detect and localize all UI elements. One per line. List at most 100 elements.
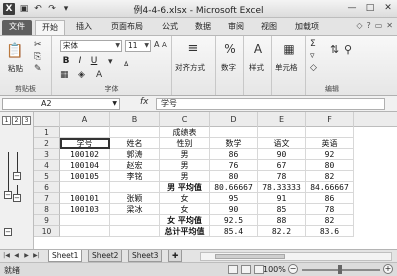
zoom-slider-thumb[interactable] <box>338 265 342 274</box>
name-box[interactable]: A2 ▼ <box>2 98 120 110</box>
cell-a10[interactable] <box>60 226 110 237</box>
sheet-tab-sheet2[interactable]: Sheet2 <box>88 250 123 262</box>
row-header-3[interactable]: 3 <box>34 149 60 160</box>
copy-icon[interactable]: ⎘ <box>34 52 41 62</box>
cell-a9[interactable] <box>60 215 110 226</box>
minimize-ribbon-icon[interactable]: ? <box>366 21 370 30</box>
fill-color-icon[interactable]: ◈ <box>78 70 85 80</box>
find-select-icon[interactable]: ⚲ <box>344 43 352 56</box>
column-header-c[interactable]: C <box>160 112 210 127</box>
cell-d10[interactable]: 85.4 <box>210 226 258 237</box>
cell-d5[interactable]: 80 <box>210 171 258 182</box>
cell-f7[interactable]: 86 <box>306 193 354 204</box>
cell-a7[interactable]: 100101 <box>60 193 110 204</box>
tab-formulas[interactable]: 公式 <box>156 20 184 35</box>
collapse-group-button[interactable]: − <box>4 228 12 236</box>
cell-c7[interactable]: 女 <box>160 193 210 204</box>
cell-f2[interactable]: 英语 <box>306 138 354 149</box>
tab-data[interactable]: 数据 <box>189 20 217 35</box>
tab-insert[interactable]: 插入 <box>70 20 98 35</box>
row-header-9[interactable]: 9 <box>34 215 60 226</box>
cell-d4[interactable]: 76 <box>210 160 258 171</box>
cell-a1[interactable] <box>60 127 110 138</box>
outline-level-1[interactable]: 1 <box>2 116 11 125</box>
row-header-7[interactable]: 7 <box>34 193 60 204</box>
tab-addins[interactable]: 加载项 <box>288 20 326 35</box>
paste-icon[interactable]: 📋 <box>6 42 24 60</box>
cell-c9[interactable]: 女 平均值 <box>160 215 210 226</box>
fill-icon[interactable]: ▿ <box>310 51 315 61</box>
scrollbar-thumb[interactable] <box>215 254 285 259</box>
sort-filter-icon[interactable]: ⇅ <box>330 43 339 56</box>
cell-e8[interactable]: 85 <box>258 204 306 215</box>
help-icon[interactable]: ◇ <box>356 21 362 30</box>
cell-f5[interactable]: 82 <box>306 171 354 182</box>
grow-font-icon[interactable]: A <box>154 40 159 49</box>
cell-f8[interactable]: 78 <box>306 204 354 215</box>
select-all-corner[interactable] <box>34 112 60 127</box>
cells-label[interactable]: 单元格 <box>275 62 298 73</box>
cell-e1[interactable] <box>258 127 306 138</box>
window-close-icon[interactable]: ✕ <box>386 21 393 30</box>
close-button[interactable]: ✕ <box>379 0 397 17</box>
cell-e2[interactable]: 语文 <box>258 138 306 149</box>
cell-c2[interactable]: 性别 <box>160 138 210 149</box>
cell-a8[interactable]: 100103 <box>60 204 110 215</box>
cell-b9[interactable] <box>110 215 160 226</box>
borders-icon[interactable]: ▦ <box>60 70 69 80</box>
chevron-down-icon[interactable]: ▾ <box>108 57 113 67</box>
sheet-tab-sheet3[interactable]: Sheet3 <box>128 250 163 262</box>
cell-e10[interactable]: 82.2 <box>258 226 306 237</box>
column-header-a[interactable]: A <box>60 112 110 127</box>
italic-button[interactable]: I <box>74 56 86 66</box>
font-name-combo[interactable]: 宋体 ▼ <box>60 40 122 52</box>
styles-label[interactable]: 样式 <box>249 62 264 73</box>
horizontal-scrollbar[interactable] <box>200 252 392 261</box>
cell-f9[interactable]: 82 <box>306 215 354 226</box>
cell-d8[interactable]: 90 <box>210 204 258 215</box>
column-header-d[interactable]: D <box>210 112 258 127</box>
row-header-8[interactable]: 8 <box>34 204 60 215</box>
cell-b2[interactable]: 姓名 <box>110 138 160 149</box>
cell-c8[interactable]: 女 <box>160 204 210 215</box>
cell-d9[interactable]: 92.5 <box>210 215 258 226</box>
percent-icon[interactable]: % <box>221 40 239 58</box>
row-header-6[interactable]: 6 <box>34 182 60 193</box>
cell-a4[interactable]: 100104 <box>60 160 110 171</box>
excel-app-icon[interactable]: X <box>3 3 15 15</box>
format-painter-icon[interactable]: ✎ <box>34 64 42 74</box>
collapse-group-button[interactable]: − <box>13 172 21 180</box>
alignment-label[interactable]: 对齐方式 <box>175 62 205 73</box>
tab-home[interactable]: 开始 <box>35 20 65 35</box>
phonetic-icon[interactable]: ㅿ <box>122 57 130 70</box>
prev-sheet-icon[interactable]: ◀ <box>12 251 21 261</box>
cell-b4[interactable]: 赵宏 <box>110 160 160 171</box>
column-header-e[interactable]: E <box>258 112 306 127</box>
bold-button[interactable]: B <box>60 56 72 66</box>
cell-e4[interactable]: 67 <box>258 160 306 171</box>
outline-level-3[interactable]: 3 <box>22 116 31 125</box>
paste-label[interactable]: 粘贴 <box>8 63 23 74</box>
maximize-button[interactable]: □ <box>361 0 379 17</box>
shrink-font-icon[interactable]: A <box>162 41 167 49</box>
cell-b5[interactable]: 李铭 <box>110 171 160 182</box>
row-header-10[interactable]: 10 <box>34 226 60 237</box>
cell-d7[interactable]: 95 <box>210 193 258 204</box>
row-header-5[interactable]: 5 <box>34 171 60 182</box>
cell-c10[interactable]: 总计平均值 <box>160 226 210 237</box>
page-layout-view-icon[interactable] <box>241 265 251 274</box>
first-sheet-icon[interactable]: |◀ <box>2 251 11 261</box>
cell-d2[interactable]: 数学 <box>210 138 258 149</box>
cell-a2[interactable]: 学号 <box>60 138 110 149</box>
tab-page-layout[interactable]: 页面布局 <box>103 20 151 35</box>
number-label[interactable]: 数字 <box>221 62 236 73</box>
tab-file[interactable]: 文件 <box>2 20 32 35</box>
insert-sheet-icon[interactable]: ✚ <box>168 250 182 262</box>
undo-icon[interactable]: ↶ <box>32 3 44 15</box>
sheet-tab-sheet1[interactable]: Sheet1 <box>48 250 83 262</box>
insert-function-icon[interactable]: fx <box>140 97 149 107</box>
zoom-out-button[interactable]: − <box>288 264 298 274</box>
minimize-button[interactable]: — <box>343 0 361 17</box>
cell-c5[interactable]: 男 <box>160 171 210 182</box>
tab-view[interactable]: 视图 <box>255 20 283 35</box>
